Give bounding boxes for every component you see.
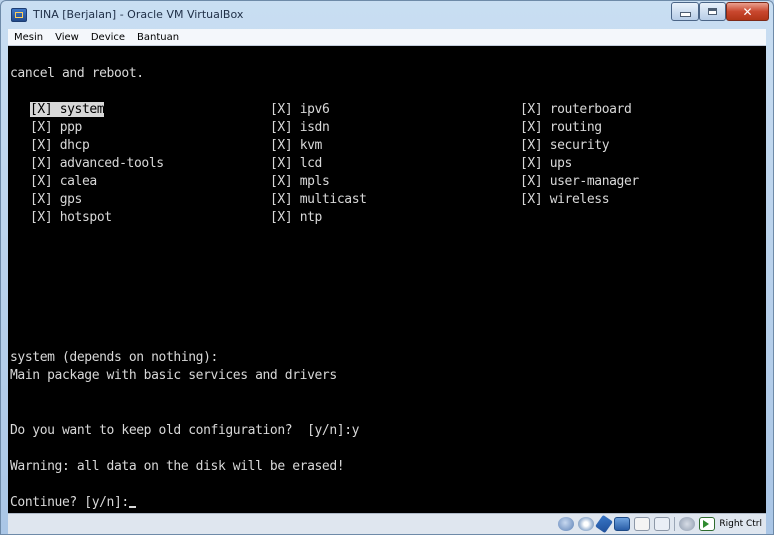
text-cursor xyxy=(128,506,136,508)
selected-package: [X] system xyxy=(30,102,105,117)
package-item[interactable]: [X] dhcp xyxy=(30,139,90,152)
disk-erase-warning: Warning: all data on the disk will be er… xyxy=(10,459,345,474)
menu-device[interactable]: Device xyxy=(85,32,131,43)
host-key-arrow-icon xyxy=(699,517,716,531)
package-description-title: system (depends on nothing): xyxy=(10,350,218,365)
optical-drive-icon[interactable] xyxy=(578,517,595,531)
package-item[interactable]: [X] routing xyxy=(520,121,602,134)
menu-view[interactable]: View xyxy=(49,32,85,43)
package-item[interactable]: [X] multicast xyxy=(270,193,367,206)
hard-disk-icon[interactable] xyxy=(558,517,575,531)
minimize-button[interactable] xyxy=(671,2,699,21)
package-item[interactable]: [X] ntp xyxy=(270,211,322,224)
package-item[interactable]: [X] user-manager xyxy=(520,175,639,188)
package-item[interactable]: [X] advanced-tools xyxy=(30,157,164,170)
package-item[interactable]: [X] isdn xyxy=(270,121,330,134)
menu-bar: Mesin View Device Bantuan xyxy=(8,29,766,46)
package-item[interactable]: [X] wireless xyxy=(520,193,610,206)
console-line-header: cancel and reboot. xyxy=(10,66,144,81)
network-icon[interactable] xyxy=(614,517,631,531)
menu-bantuan[interactable]: Bantuan xyxy=(131,32,185,43)
continue-prompt[interactable]: Continue? [y/n]: xyxy=(10,496,136,509)
menu-mesin[interactable]: Mesin xyxy=(8,32,49,43)
close-button[interactable]: ✕ xyxy=(726,2,769,21)
virtualbox-window: TINA [Berjalan] - Oracle VM VirtualBox ✕… xyxy=(0,0,774,535)
package-item[interactable]: [X] ups xyxy=(520,157,572,170)
minimize-icon xyxy=(679,12,691,17)
package-item[interactable]: [X] mpls xyxy=(270,175,330,188)
vm-console-screen[interactable]: cancel and reboot. [X] system [X] ppp [X… xyxy=(8,46,766,513)
title-bar[interactable]: TINA [Berjalan] - Oracle VM VirtualBox ✕ xyxy=(1,1,773,29)
package-item[interactable]: [X] gps xyxy=(30,193,82,206)
package-item[interactable]: [X] ppp xyxy=(30,121,82,134)
close-icon: ✕ xyxy=(742,4,753,19)
host-key-label: Right Ctrl xyxy=(719,519,762,529)
package-item[interactable]: [X] ipv6 xyxy=(270,103,330,116)
package-item[interactable]: [X] calea xyxy=(30,175,97,188)
package-item[interactable]: [X] lcd xyxy=(270,157,322,170)
window-title: TINA [Berjalan] - Oracle VM VirtualBox xyxy=(33,8,244,21)
package-description-text: Main package with basic services and dri… xyxy=(10,368,337,383)
maximize-icon xyxy=(708,8,717,15)
package-item[interactable]: [X] kvm xyxy=(270,139,322,152)
status-bar: Right Ctrl xyxy=(8,513,766,534)
continue-prompt-text: Continue? [y/n]: xyxy=(10,495,129,510)
tray-divider xyxy=(674,517,676,531)
device-tray: Right Ctrl xyxy=(558,514,762,534)
package-item[interactable]: [X] system xyxy=(30,102,105,117)
mouse-integration-icon[interactable] xyxy=(679,517,696,531)
package-item[interactable]: [X] routerboard xyxy=(520,103,632,116)
virtualbox-icon xyxy=(11,8,27,22)
display-icon[interactable] xyxy=(654,517,671,531)
package-item[interactable]: [X] hotspot xyxy=(30,211,112,224)
package-item[interactable]: [X] security xyxy=(520,139,610,152)
usb-icon[interactable] xyxy=(595,514,614,534)
maximize-button[interactable] xyxy=(699,2,726,21)
shared-folders-icon[interactable] xyxy=(634,517,651,531)
keep-config-prompt: Do you want to keep old configuration? [… xyxy=(10,423,360,438)
